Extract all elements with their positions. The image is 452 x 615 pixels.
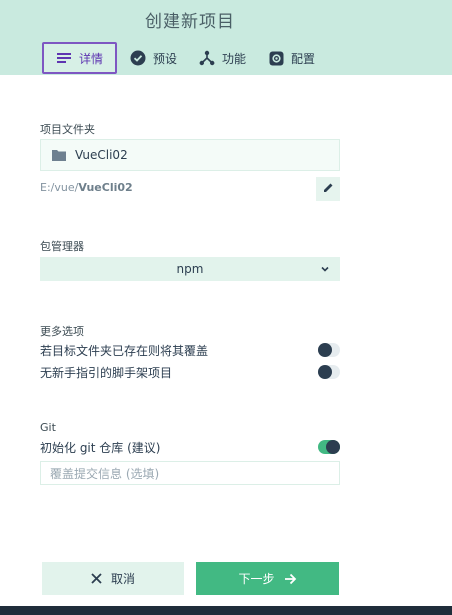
option-no-guide-label: 无新手指引的脚手架项目 <box>40 365 173 380</box>
folder-label: 项目文件夹 <box>40 123 95 136</box>
tab-details[interactable]: 详情 <box>42 42 118 74</box>
cancel-label: 取消 <box>110 572 135 586</box>
cancel-button[interactable]: 取消 <box>42 562 184 595</box>
header: 创建新项目 详情 预设 功能 配置 <box>0 0 452 75</box>
tab-config[interactable]: 配置 <box>255 42 324 74</box>
git-init-row: 初始化 git 仓库 (建议) <box>40 438 340 456</box>
more-options-label: 更多选项 <box>40 325 84 338</box>
package-manager-select[interactable]: npm <box>40 257 340 281</box>
close-icon <box>91 573 102 584</box>
next-label: 下一步 <box>238 572 275 586</box>
page-title: 创建新项目 <box>145 12 235 32</box>
tab-features[interactable]: 功能 <box>186 42 255 74</box>
check-circle-icon <box>130 50 146 66</box>
git-init-label: 初始化 git 仓库 (建议) <box>40 440 161 455</box>
option-overwrite-toggle[interactable] <box>318 343 340 357</box>
tab-label: 配置 <box>291 51 316 66</box>
wizard-tabs: 详情 预设 功能 配置 <box>42 42 324 74</box>
package-manager-label: 包管理器 <box>40 240 84 253</box>
option-no-guide-toggle[interactable] <box>318 365 340 379</box>
tab-label: 详情 <box>79 51 104 66</box>
folder-icon <box>52 149 66 161</box>
git-init-toggle[interactable] <box>318 440 340 454</box>
option-overwrite-label: 若目标文件夹已存在则将其覆盖 <box>40 343 209 358</box>
path-prefix: E:/vue/ <box>40 181 79 194</box>
toggle-knob <box>318 365 332 379</box>
folder-field[interactable]: VueCli02 <box>40 139 340 171</box>
tab-presets[interactable]: 预设 <box>117 42 186 74</box>
next-button[interactable]: 下一步 <box>196 562 339 595</box>
option-no-guide-row: 无新手指引的脚手架项目 <box>40 363 340 381</box>
package-manager-value: npm <box>176 262 204 276</box>
pencil-icon <box>323 182 334 196</box>
gear-icon <box>268 50 284 66</box>
folder-value: VueCli02 <box>75 148 128 162</box>
toggle-knob <box>326 440 340 454</box>
chevron-down-icon <box>320 263 330 277</box>
toggle-knob <box>318 343 332 357</box>
status-bar <box>0 606 452 615</box>
commit-message-input[interactable]: 覆盖提交信息 (选填) <box>40 461 340 485</box>
path-name: VueCli02 <box>78 181 133 194</box>
list-icon <box>56 50 72 66</box>
edit-path-button[interactable] <box>316 177 340 201</box>
tab-label: 功能 <box>222 51 247 66</box>
tab-label: 预设 <box>153 51 178 66</box>
git-label: Git <box>40 421 56 434</box>
arrow-right-icon <box>284 573 297 585</box>
folder-path: E:/vue/VueCli02 <box>40 181 133 194</box>
option-overwrite-row: 若目标文件夹已存在则将其覆盖 <box>40 341 340 359</box>
fork-icon <box>199 50 215 66</box>
